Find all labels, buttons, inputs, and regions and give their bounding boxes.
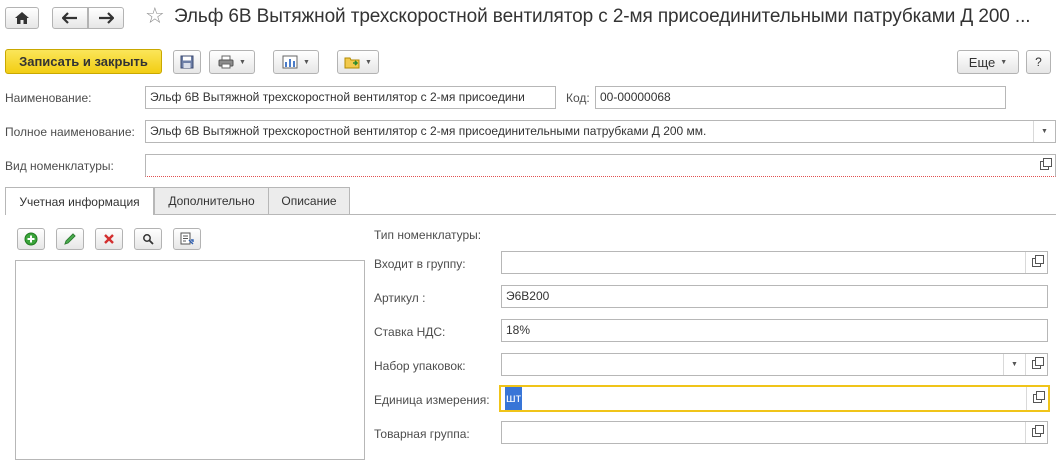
create-based-on-button[interactable]: ▼ — [337, 50, 379, 74]
type-label: Тип номенклатуры: — [374, 228, 482, 242]
back-arrow-icon — [62, 12, 77, 24]
more-button[interactable]: Еще ▼ — [957, 50, 1019, 74]
back-button[interactable] — [52, 7, 88, 29]
name-field-value: Эльф 6В Вытяжной трехскоростной вентилят… — [150, 90, 525, 104]
folder-icon — [344, 57, 360, 69]
search-icon — [143, 234, 154, 245]
chevron-down-icon: ▼ — [239, 58, 246, 66]
open-icon — [1032, 425, 1044, 437]
pack-open-button[interactable] — [1025, 354, 1047, 375]
chevron-down-icon: ▼ — [365, 58, 372, 66]
code-field-value: 00-00000068 — [600, 90, 671, 104]
product-group-open-button[interactable] — [1025, 422, 1047, 443]
name-field[interactable]: Эльф 6В Вытяжной трехскоростной вентилят… — [145, 86, 556, 109]
group-field[interactable] — [501, 251, 1048, 274]
pack-field[interactable]: ▼ — [501, 353, 1048, 376]
open-icon — [1032, 357, 1044, 369]
edit-icon — [64, 233, 76, 245]
list-box[interactable] — [15, 260, 365, 460]
product-group-label: Товарная группа: — [374, 427, 470, 441]
add-button[interactable] — [17, 228, 45, 250]
open-icon — [1032, 255, 1044, 267]
reports-button[interactable]: ▼ — [273, 50, 319, 74]
active-tab-gap — [6, 213, 153, 215]
article-field[interactable]: Э6В200 — [501, 285, 1048, 308]
settings-icon — [180, 232, 194, 245]
favorite-star-icon[interactable]: ☆ — [145, 3, 165, 29]
full-name-field-value: Эльф 6В Вытяжной трехскоростной вентилят… — [150, 124, 707, 138]
vat-field-value: 18% — [506, 323, 531, 337]
group-label: Входит в группу: — [374, 257, 466, 271]
save-button[interactable] — [173, 50, 201, 74]
article-field-value: Э6В200 — [506, 289, 550, 303]
tab-additional[interactable]: Дополнительно — [154, 187, 269, 214]
group-open-button[interactable] — [1025, 252, 1047, 273]
full-name-label: Полное наименование: — [5, 125, 135, 139]
forward-button[interactable] — [88, 7, 124, 29]
save-icon — [180, 55, 194, 69]
name-label: Наименование: — [5, 91, 92, 105]
delete-icon — [104, 234, 114, 244]
add-icon — [24, 232, 38, 246]
full-name-dropdown-button[interactable]: ▼ — [1033, 121, 1055, 142]
print-icon — [218, 55, 234, 69]
chevron-down-icon: ▼ — [1011, 361, 1018, 368]
unit-field-value: шт — [505, 387, 523, 410]
forward-arrow-icon — [99, 12, 114, 24]
print-button[interactable]: ▼ — [209, 50, 255, 74]
report-icon — [282, 55, 298, 69]
pack-dropdown-button[interactable]: ▼ — [1003, 354, 1025, 375]
chevron-down-icon: ▼ — [1041, 128, 1048, 135]
kind-open-button[interactable] — [1033, 155, 1055, 176]
kind-field[interactable] — [145, 154, 1056, 177]
home-button[interactable] — [5, 7, 39, 29]
tab-description[interactable]: Описание — [268, 187, 350, 214]
chevron-down-icon: ▼ — [1000, 58, 1008, 66]
product-group-field[interactable] — [501, 421, 1048, 444]
edit-button[interactable] — [56, 228, 84, 250]
page-title: Эльф 6В Вытяжной трехскоростной вентилят… — [174, 6, 1031, 27]
vat-field[interactable]: 18% — [501, 319, 1048, 342]
unit-label: Единица измерения: — [374, 393, 490, 407]
delete-button[interactable] — [95, 228, 123, 250]
tab-divider — [5, 214, 1056, 215]
list-settings-button[interactable] — [173, 228, 201, 250]
search-button[interactable] — [134, 228, 162, 250]
pack-label: Набор упаковок: — [374, 359, 466, 373]
chevron-down-icon: ▼ — [303, 58, 310, 66]
open-icon — [1033, 391, 1045, 403]
home-icon — [15, 12, 29, 24]
more-button-label: Еще — [968, 54, 996, 70]
save-and-close-button[interactable]: Записать и закрыть — [5, 49, 162, 74]
full-name-field[interactable]: Эльф 6В Вытяжной трехскоростной вентилят… — [145, 120, 1056, 143]
unit-open-button[interactable] — [1026, 387, 1048, 410]
vat-label: Ставка НДС: — [374, 325, 446, 339]
code-label: Код: — [566, 91, 590, 105]
article-label: Артикул : — [374, 291, 426, 305]
unit-field[interactable]: шт — [499, 385, 1050, 412]
help-button[interactable]: ? — [1026, 50, 1051, 74]
code-field[interactable]: 00-00000068 — [595, 86, 1006, 109]
kind-label: Вид номенклатуры: — [5, 159, 114, 173]
tab-accounting-info[interactable]: Учетная информация — [5, 187, 154, 215]
open-icon — [1039, 158, 1052, 170]
